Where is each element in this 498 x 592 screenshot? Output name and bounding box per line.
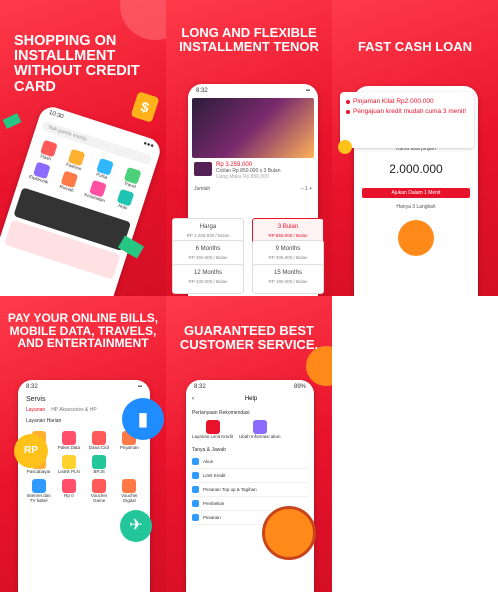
service-voucher-digital[interactable]: Voucher Digital (117, 479, 142, 503)
status-time: 10:30 (48, 109, 65, 121)
category-item[interactable]: Pulsa (89, 156, 119, 182)
rec-limit-kredit[interactable]: Layanan Limit Kredit (192, 420, 233, 439)
product-image (192, 98, 314, 158)
recommended-title: Pertanyaan Rekomendasi (192, 410, 250, 416)
category-item[interactable]: Travel (117, 165, 147, 191)
product-thumb (194, 162, 212, 176)
category-item[interactable]: Kesehatan (82, 178, 112, 204)
tenor-option[interactable]: 12 Months RP 230.000 / Bulan (172, 264, 244, 294)
account-icon (192, 458, 199, 465)
phone-mockup: 8:32 89% ‹ Help Pertanyaan Rekomendasi La… (186, 380, 314, 592)
battery-level: 89% (293, 384, 306, 390)
headline: FAST CASH LOAN (357, 39, 473, 54)
panel-customer-service: GUARANTEED BEST CUSTOMER SERVICE. 8:32 89… (166, 296, 332, 592)
coin-icon (338, 140, 352, 154)
headline: SHOPPING ON INSTALLMENT WITHOUT CREDIT C… (14, 33, 140, 95)
loan-amount: 2.000.000 (389, 162, 443, 176)
category-item[interactable]: Fashion (61, 147, 91, 173)
category-item[interactable]: Elektronik (26, 160, 56, 186)
faq-row[interactable]: Akun (192, 455, 308, 469)
faq-title: Tanya & Jawab (192, 447, 226, 453)
order-icon (192, 514, 199, 521)
quantity-label: Jumlah (194, 186, 211, 192)
service-paket-data[interactable]: Paket Data (56, 431, 81, 450)
headline: PAY YOUR ONLINE BILLS, MOBILE DATA, TRAV… (7, 311, 159, 351)
bullet-text: Pengajuan kredit mudah cuma 3 menit! (353, 108, 467, 115)
purchase-icon (192, 500, 199, 507)
rec-ubah-akun[interactable]: Ubah Informasi akun (239, 420, 281, 439)
tab-hp-aksesories[interactable]: HP Aksesories & HP (51, 407, 96, 413)
headline: LONG AND FLEXIBLE INSTALLMENT TENOR (179, 25, 319, 54)
status-time: 8:32 (26, 384, 38, 390)
quantity-stepper[interactable]: – 1 + (301, 186, 312, 192)
down-payment: Uang Muka Rp 850.000 (216, 174, 269, 180)
loan-callout: Pinjaman Kilat Rp2.000.000 Pengajuan kre… (340, 92, 474, 148)
service-internet[interactable]: Internet dan TV kabel (26, 479, 51, 503)
banknote-icon (2, 113, 22, 129)
rp-coin-icon: RP (14, 434, 48, 468)
bullet-text: Pinjaman Kilat Rp2.000.000 (353, 98, 434, 105)
headline: GUARANTEED BEST CUSTOMER SERVICE. (179, 323, 319, 352)
mascot-icon (262, 506, 316, 560)
service-rp[interactable]: Rp 0 (56, 479, 81, 503)
category-item[interactable]: Hobi (110, 187, 140, 213)
status-time: 8:32 (196, 88, 208, 94)
mascot-icon (398, 220, 434, 256)
steps-label: Hanya 3 Langkah (396, 204, 436, 210)
category-item[interactable]: Flash (33, 138, 63, 164)
category-item[interactable]: Rumah (54, 169, 84, 195)
service-bpjs[interactable]: BPJS (87, 455, 112, 474)
phone-mockup: 10:30 ●●● Nak ganda mainly Flash Fashion … (0, 103, 164, 296)
faq-row[interactable]: Pesanan Top up & Tagihan (192, 483, 308, 497)
tab-layanan[interactable]: Layanan (26, 407, 45, 413)
service-empty (117, 455, 142, 474)
apply-button[interactable]: Ajukan Dalam 1 Menit (362, 188, 470, 198)
decor-bubble (306, 346, 332, 386)
status-time: 8:32 (194, 384, 206, 390)
credit-icon (192, 472, 199, 479)
airplane-icon: ✈ (120, 510, 152, 542)
service-dana-cicil[interactable]: Dana Cicil (87, 431, 112, 450)
panel-cash-loan: FAST CASH LOAN Kamu bisa pinjam 2.000.00… (332, 0, 498, 296)
tenor-option[interactable]: 15 Months RP 190.000 / Bulan (252, 264, 324, 294)
service-listrik[interactable]: Listrik PLN (56, 455, 81, 474)
panel-installment-tenor: LONG AND FLEXIBLE INSTALLMENT TENOR 8:32… (166, 0, 332, 296)
topup-icon (192, 486, 199, 493)
panel-bills: PAY YOUR ONLINE BILLS, MOBILE DATA, TRAV… (0, 296, 166, 592)
panel-shopping-installment: SHOPPING ON INSTALLMENT WITHOUT CREDIT C… (0, 0, 166, 296)
chart-icon: ▮ (122, 398, 164, 440)
page-title: Help (244, 396, 258, 402)
money-tag-icon: $ (130, 91, 160, 123)
service-voucher-game[interactable]: Voucher Game (87, 479, 112, 503)
faq-row[interactable]: Limit Kredit (192, 469, 308, 483)
